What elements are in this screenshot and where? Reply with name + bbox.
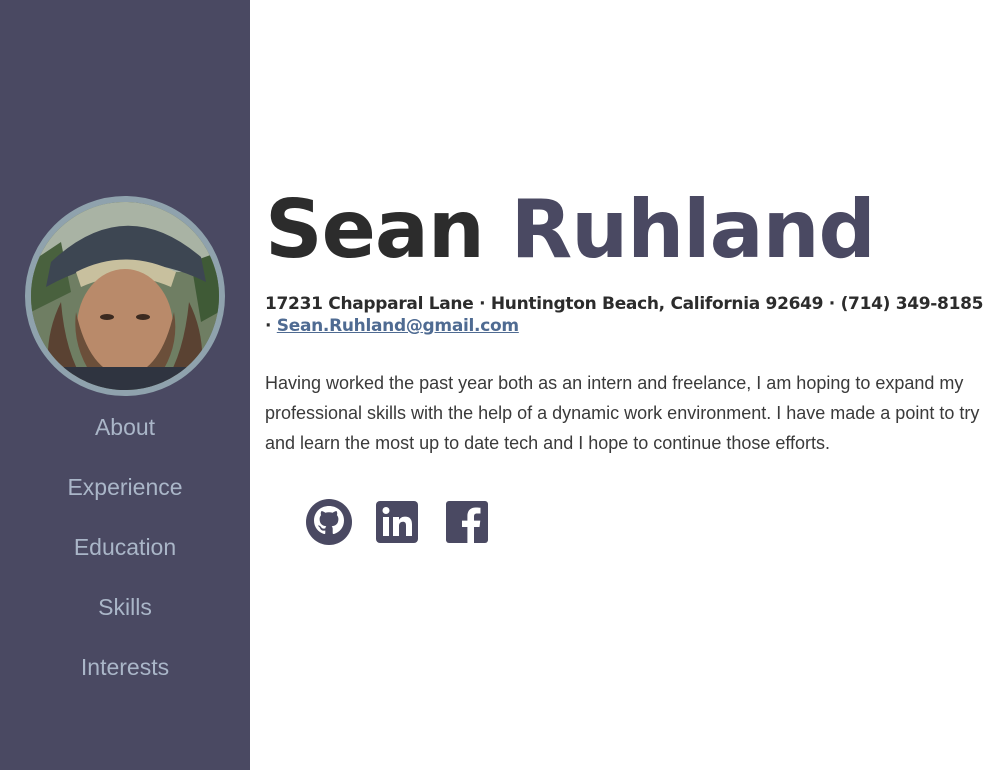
github-link[interactable] (305, 498, 353, 548)
first-name: Sean (265, 183, 485, 276)
profile-photo (25, 196, 225, 396)
nav-item-skills[interactable]: Skills (0, 577, 250, 637)
last-name: Ruhland (510, 183, 876, 276)
about-text: Having worked the past year both as an i… (265, 373, 980, 453)
profile-photo-image (31, 202, 219, 390)
email-link[interactable]: Sean.Ruhland@gmail.com (277, 316, 519, 336)
nav-item-education[interactable]: Education (0, 517, 250, 577)
github-icon (306, 499, 352, 545)
sidebar: About Experience Education Skills Intere… (0, 0, 250, 770)
nav-item-experience[interactable]: Experience (0, 457, 250, 517)
nav-item-about[interactable]: About (0, 397, 250, 457)
page-title: Sean Ruhland (265, 180, 876, 280)
contact-info: 17231 Chapparal Lane · Huntington Beach,… (265, 293, 990, 337)
nav-item-interests[interactable]: Interests (0, 637, 250, 697)
facebook-link[interactable] (445, 498, 493, 548)
facebook-icon (446, 501, 488, 543)
linkedin-icon (376, 501, 418, 543)
linkedin-link[interactable] (375, 498, 423, 548)
social-links (305, 498, 493, 548)
sidebar-nav: About Experience Education Skills Intere… (0, 397, 250, 697)
